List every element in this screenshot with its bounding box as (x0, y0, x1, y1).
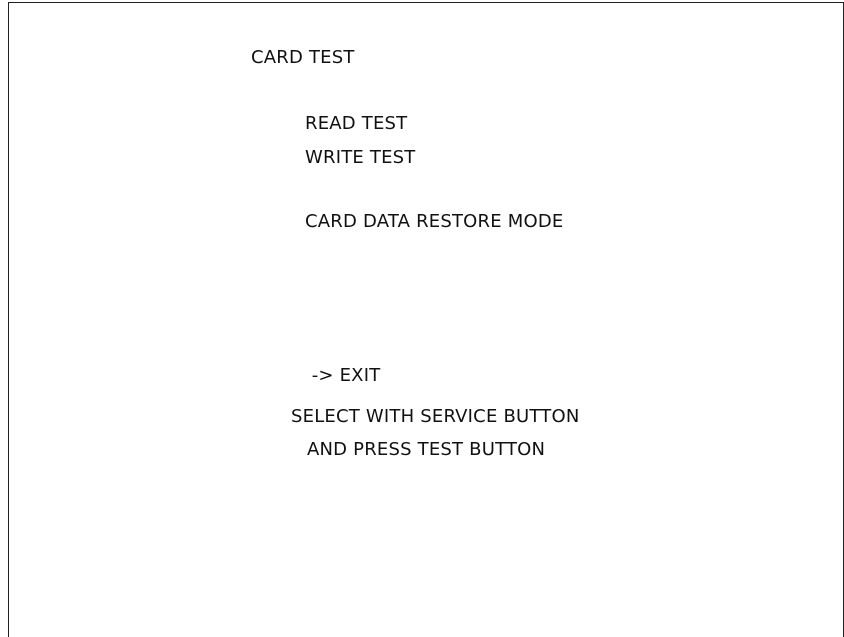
test-mode-screen: CARD TEST READ TEST WRITE TEST CARD DATA… (8, 2, 844, 637)
instruction-line-1: SELECT WITH SERVICE BUTTON (291, 406, 580, 427)
menu-item-exit-label: EXIT (339, 365, 381, 386)
menu-item-read-test[interactable]: READ TEST (305, 113, 407, 135)
menu-item-write-test[interactable]: WRITE TEST (305, 147, 416, 169)
selection-cursor: -> (311, 365, 340, 386)
instruction-line-2: AND PRESS TEST BUTTON (307, 439, 546, 460)
screen-title: CARD TEST (251, 47, 355, 68)
menu-item-exit[interactable]: -> EXIT (288, 343, 381, 409)
menu-item-card-data-restore-mode[interactable]: CARD DATA RESTORE MODE (305, 211, 563, 233)
